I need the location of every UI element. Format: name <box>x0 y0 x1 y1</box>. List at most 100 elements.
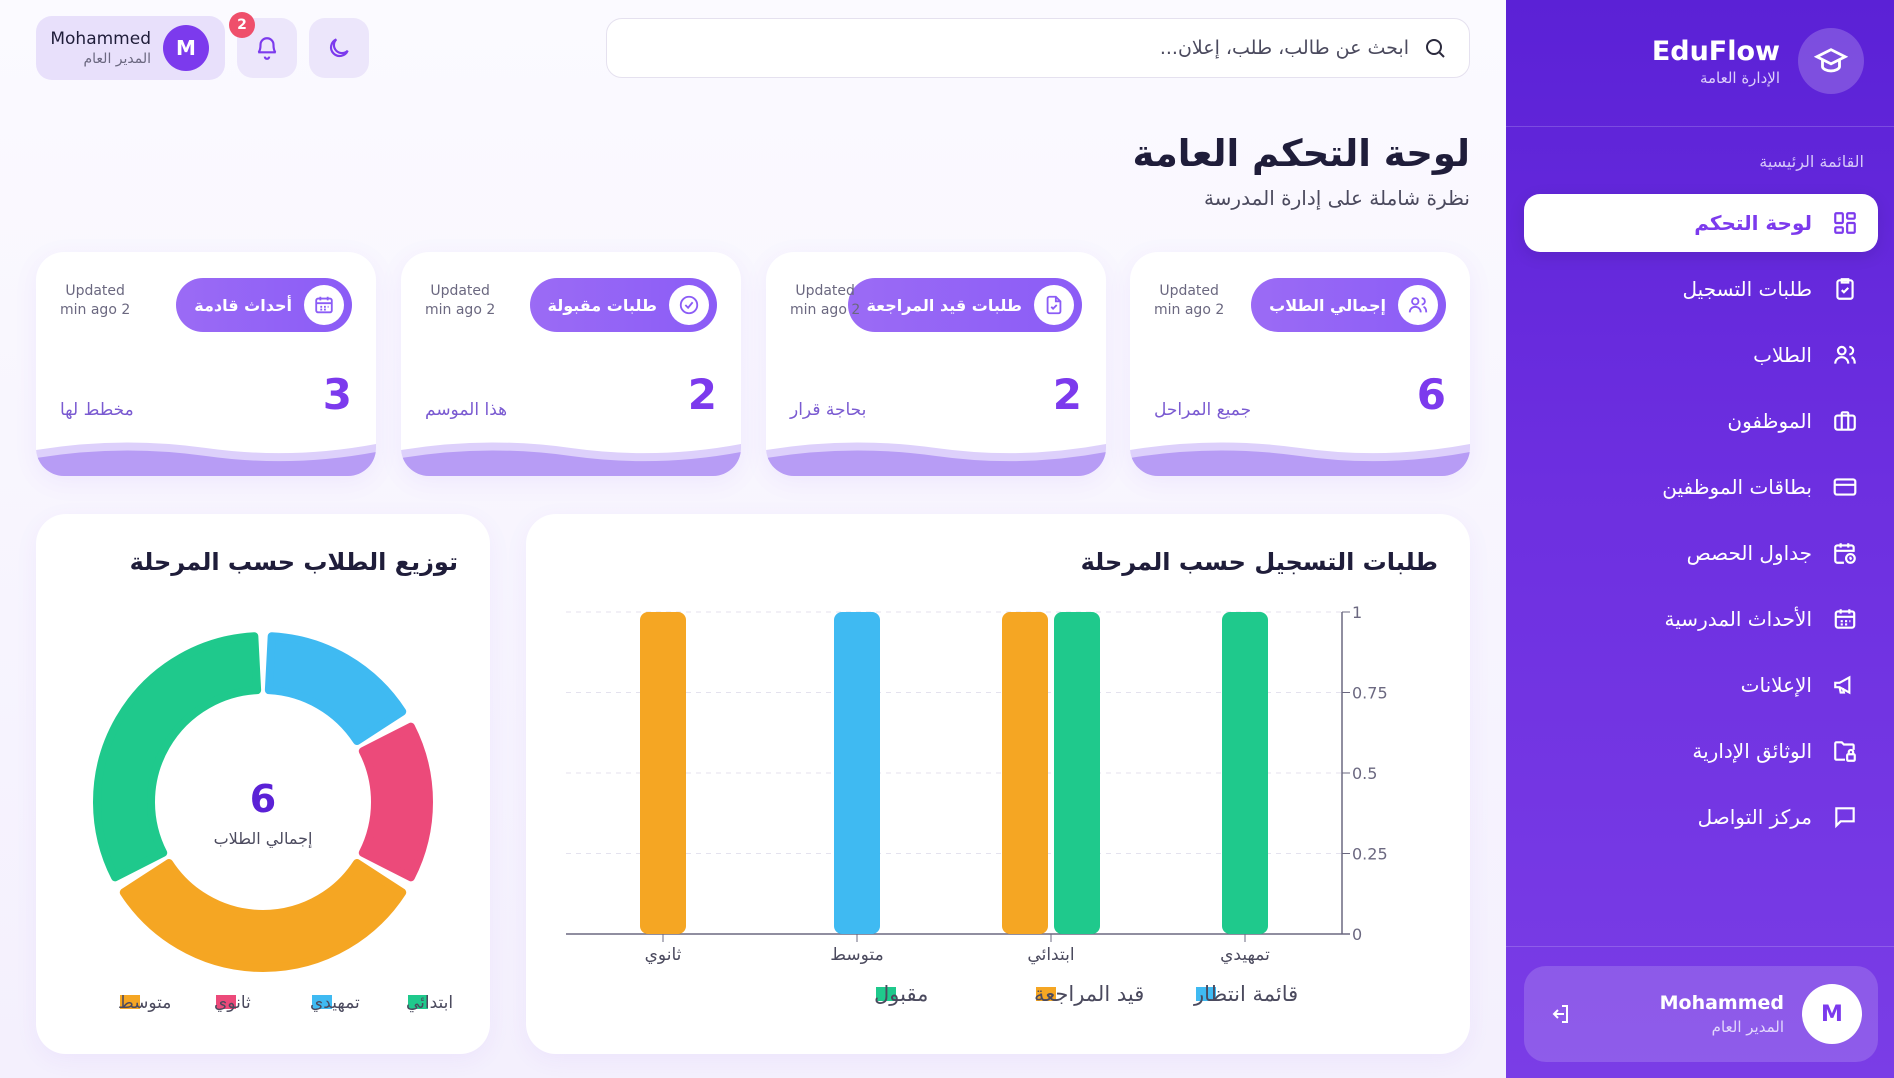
legend-item: مقبول <box>874 982 928 1006</box>
legend-item: ثانوي <box>214 993 251 1013</box>
sidebar-item-admin-documents[interactable]: الوثائق الإدارية <box>1524 722 1878 780</box>
stat-card-total-students[interactable]: إجمالي الطلاب Updated min ago 2 6 جميع ال… <box>1130 252 1470 476</box>
users-icon <box>1834 345 1856 364</box>
y-tick-label: 0.5 <box>1352 764 1377 783</box>
logout-icon[interactable] <box>1548 1002 1572 1026</box>
stat-value: 2 <box>1052 370 1082 419</box>
bar <box>1002 612 1048 934</box>
brand: EduFlow الإدارة العامة <box>1652 28 1864 94</box>
stat-wave <box>36 442 376 476</box>
search-box[interactable]: ابحث عن طالب، طلب، إعلان... <box>606 18 1470 78</box>
stat-card-pending-requests[interactable]: طلبات قيد المراجعة Updated min ago 2 2 بح… <box>766 252 1106 476</box>
topbar: ابحث عن طالب، طلب، إعلان... 2 Mohammed ا… <box>0 0 1506 96</box>
donut-slice <box>358 722 433 882</box>
stat-card-accepted-requests[interactable]: طلبات مقبولة Updated min ago 2 2 هذا المو… <box>401 252 741 476</box>
page-title: لوحة التحكم العامة <box>1132 132 1470 175</box>
user-menu[interactable]: Mohammed المدير العام M <box>36 16 225 80</box>
moon-icon <box>329 38 349 58</box>
user-name: Mohammed <box>50 29 151 49</box>
stat-updated: Updated min ago 2 <box>1154 283 1225 318</box>
sidebar-item-announcements[interactable]: الإعلانات <box>1524 656 1878 714</box>
stat-label: إجمالي الطلاب <box>1269 295 1386 315</box>
sidebar-item-employee-cards[interactable]: بطاقات الموظفين <box>1524 458 1878 516</box>
donut-center-label: إجمالي الطلاب <box>214 829 313 849</box>
stat-label: طلبات مقبولة <box>547 295 657 315</box>
stat-pill: إجمالي الطلاب <box>1251 278 1446 332</box>
stat-wave <box>766 442 1106 476</box>
legend-label: ثانوي <box>214 993 251 1013</box>
stat-subtitle: بحاجة قرار <box>790 400 867 420</box>
stat-label: طلبات قيد المراجعة <box>866 295 1022 315</box>
y-tick-label: 0.75 <box>1352 684 1388 703</box>
search-icon <box>1423 36 1447 60</box>
sidebar-item-label: الطلاب <box>1753 343 1812 367</box>
check-circle-icon <box>669 285 709 325</box>
graduation-cap-icon <box>1798 28 1864 94</box>
page-subtitle: نظرة شاملة على إدارة المدرسة <box>1203 186 1470 210</box>
bar <box>640 612 686 934</box>
donut-slice <box>119 859 407 972</box>
sidebar-item-timetables[interactable]: جداول الحصص <box>1524 524 1878 582</box>
divider <box>1506 946 1894 947</box>
stat-value: 2 <box>687 370 717 419</box>
section-label: القائمة الرئيسية <box>1759 152 1864 171</box>
megaphone-icon <box>1834 675 1851 695</box>
sidebar-item-registration-requests[interactable]: طلبات التسجيل <box>1524 260 1878 318</box>
bell-icon <box>257 37 277 60</box>
sidebar-item-label: بطاقات الموظفين <box>1662 475 1812 499</box>
brand-name: EduFlow <box>1651 35 1780 67</box>
stat-card-upcoming-events[interactable]: أحداث قادمة Updated min ago 2 3 مخطط لها <box>36 252 376 476</box>
message-icon <box>1835 807 1855 829</box>
legend-item: تمهيدي <box>310 993 360 1013</box>
x-tick-label: تمهيدي <box>1220 945 1270 965</box>
brand-subtitle: الإدارة العامة <box>1699 68 1780 87</box>
briefcase-icon <box>1834 411 1856 431</box>
stat-subtitle: هذا الموسم <box>425 400 508 420</box>
legend-item: ابتدائي <box>406 993 453 1013</box>
avatar: M <box>163 25 209 71</box>
stat-wave <box>1130 442 1470 476</box>
stat-updated: Updated min ago 2 <box>60 283 131 318</box>
legend-label: مقبول <box>874 982 928 1006</box>
stat-label: أحداث قادمة <box>194 295 292 315</box>
sidebar-item-label: الأحداث المدرسية <box>1664 607 1812 631</box>
registration-chart-panel: طلبات التسجيل حسب المرحلة 0 0.25 0.5 0.75 1 ت… <box>526 514 1470 1054</box>
sidebar-item-school-events[interactable]: الأحداث المدرسية <box>1524 590 1878 648</box>
sidebar-item-label: الإعلانات <box>1740 673 1812 697</box>
stat-updated: Updated min ago 2 <box>425 283 496 318</box>
dashboard-icon <box>1834 212 1856 234</box>
sidebar-item-communication-center[interactable]: مركز التواصل <box>1524 788 1878 846</box>
avatar: M <box>1802 984 1862 1044</box>
bar <box>1222 612 1268 934</box>
legend-label: تمهيدي <box>310 993 360 1013</box>
sidebar-item-employees[interactable]: الموظفون <box>1524 392 1878 450</box>
sidebar-item-label: لوحة التحكم <box>1694 211 1812 235</box>
sidebar-item-label: مركز التواصل <box>1697 805 1812 829</box>
search-input[interactable]: ابحث عن طالب، طلب، إعلان... <box>1160 37 1409 59</box>
x-tick-label: متوسط <box>830 945 883 965</box>
bar <box>1054 612 1100 934</box>
y-tick-label: 0.25 <box>1352 845 1388 864</box>
donut-center-value: 6 <box>250 777 276 821</box>
sidebar-item-dashboard[interactable]: لوحة التحكم <box>1524 194 1878 252</box>
calendar-icon <box>1834 609 1856 629</box>
calendar-clock-icon <box>1834 543 1856 564</box>
legend-item: قيد المراجعة <box>1034 982 1144 1006</box>
stat-value: 6 <box>1416 370 1446 419</box>
theme-toggle-button[interactable] <box>309 18 369 78</box>
stat-pill: طلبات قيد المراجعة <box>848 278 1082 332</box>
y-tick-label: 1 <box>1352 603 1362 622</box>
legend-label: ابتدائي <box>406 993 453 1013</box>
sidebar: EduFlow الإدارة العامة القائمة الرئيسية … <box>1506 0 1894 1078</box>
stat-subtitle: مخطط لها <box>60 400 134 420</box>
notifications-button[interactable]: 2 <box>229 12 297 78</box>
donut-slice <box>264 632 407 745</box>
legend-label: قائمة انتظار <box>1193 982 1298 1006</box>
bar <box>834 612 880 934</box>
bar-chart: 0 0.25 0.5 0.75 1 تمهيدي ابتدائي متوسط ثانوي قائم… <box>566 603 1388 1006</box>
sidebar-user-role: المدير العام <box>1711 1018 1784 1036</box>
stat-updated: Updated min ago 2 <box>790 283 861 318</box>
sidebar-item-students[interactable]: الطلاب <box>1524 326 1878 384</box>
sidebar-item-label: جداول الحصص <box>1686 541 1812 565</box>
x-tick-label: ثانوي <box>645 945 682 965</box>
